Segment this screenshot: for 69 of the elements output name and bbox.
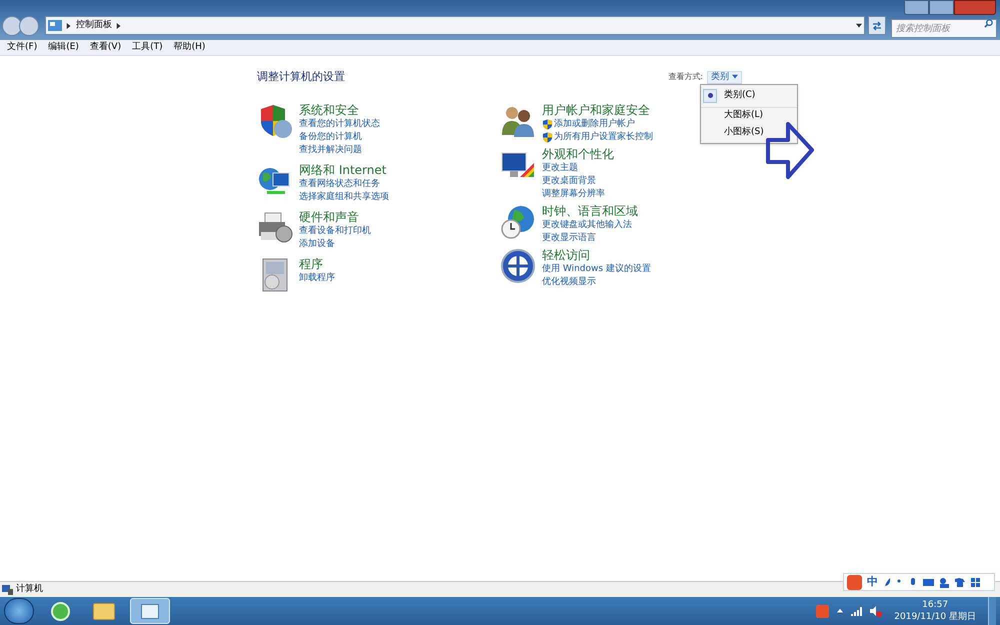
task-link[interactable]: 调整屏幕分辨率 <box>542 188 605 200</box>
back-button[interactable] <box>2 16 22 36</box>
maximize-button[interactable] <box>929 0 954 15</box>
taskbar-control-panel-icon[interactable] <box>130 598 170 624</box>
task-link[interactable]: 为所有用户设置家长控制 <box>554 130 653 144</box>
address-bar[interactable]: 控制面板 <box>45 16 865 36</box>
menu-option[interactable]: 小图标(S) <box>701 124 797 141</box>
task-link[interactable]: 卸载程序 <box>299 272 335 284</box>
tray-expand-icon <box>837 608 844 614</box>
sogou-icon <box>847 574 862 590</box>
dropdown-icon <box>856 22 862 29</box>
clock[interactable]: 16:57 2019/11/10 星期日 <box>890 599 980 623</box>
refresh-button[interactable] <box>868 16 886 36</box>
category-link[interactable]: 网络和 Internet <box>299 162 389 176</box>
task-link[interactable]: 添加或删除用户帐户 <box>554 118 635 130</box>
task-link[interactable]: 选择家庭组和共享选项 <box>299 190 389 204</box>
category-link[interactable]: 外观和个性化 <box>542 146 614 160</box>
task-link[interactable]: 更改显示语言 <box>542 232 596 244</box>
computer-icon <box>2 584 13 594</box>
shield-icon <box>542 118 553 130</box>
page-title: 调整计算机的设置 <box>257 69 345 85</box>
task-link[interactable]: 查看设备和打印机 <box>299 224 371 238</box>
caret-icon <box>732 74 738 80</box>
show-desktop-button[interactable] <box>988 597 996 625</box>
start-button[interactable] <box>4 598 34 624</box>
globe-clock-icon <box>500 204 536 240</box>
task-link[interactable]: 查看您的计算机状态 <box>299 118 380 130</box>
minimize-button[interactable] <box>904 0 929 15</box>
control-panel-icon <box>48 20 62 32</box>
arrow-annotation <box>766 122 814 180</box>
task-link[interactable]: 更改桌面背景 <box>542 174 596 188</box>
task-link[interactable]: 更改键盘或其他输入法 <box>542 218 632 232</box>
signal-icon[interactable] <box>851 606 862 616</box>
chevron-icon <box>66 22 72 29</box>
menu-item[interactable]: 文件(F) <box>7 40 38 54</box>
task-link[interactable]: 查找并解决问题 <box>299 144 362 156</box>
forward-button[interactable] <box>19 16 39 36</box>
category-link[interactable]: 硬件和声音 <box>299 210 371 224</box>
search-icon <box>984 18 993 28</box>
category-link[interactable]: 轻松访问 <box>542 248 651 262</box>
category-link[interactable]: 时钟、语言和区域 <box>542 204 638 218</box>
menu-option[interactable]: 类别(C) <box>701 87 797 104</box>
accessibility-icon <box>500 248 536 284</box>
view-by-dropdown[interactable]: 类别 <box>707 70 742 84</box>
menu-item[interactable]: 工具(T) <box>132 40 163 54</box>
breadcrumb-item[interactable]: 控制面板 <box>76 19 112 32</box>
category-link[interactable]: 系统和安全 <box>299 102 380 116</box>
printer-icon <box>257 210 293 246</box>
task-link[interactable]: 添加设备 <box>299 238 335 250</box>
menu-option[interactable]: 大图标(L) <box>701 107 797 124</box>
input-mode-indicator[interactable]: 中 <box>867 574 878 590</box>
category-link[interactable]: 程序 <box>299 256 335 270</box>
refresh-icon <box>872 20 882 31</box>
task-link[interactable]: 查看网络状态和任务 <box>299 178 380 190</box>
status-text: 计算机 <box>16 582 43 596</box>
shield-icon <box>542 132 553 142</box>
task-link[interactable]: 使用 Windows 建议的设置 <box>542 262 651 276</box>
search-field[interactable]: 搜索控制面板 <box>891 19 997 38</box>
task-link[interactable]: 优化视频显示 <box>542 276 596 288</box>
speaker-muted-icon[interactable] <box>870 606 882 616</box>
menu-item[interactable]: 帮助(H) <box>174 40 206 54</box>
view-by-label: 查看方式: <box>668 71 703 84</box>
close-button[interactable] <box>954 0 996 15</box>
chevron-icon <box>116 22 122 29</box>
task-link[interactable]: 备份您的计算机 <box>299 130 362 144</box>
menu-item[interactable]: 编辑(E) <box>48 40 79 54</box>
menu-item[interactable]: 查看(V) <box>90 40 122 54</box>
task-link[interactable]: 更改主题 <box>542 162 578 174</box>
category-link[interactable]: 用户帐户和家庭安全 <box>542 102 653 116</box>
